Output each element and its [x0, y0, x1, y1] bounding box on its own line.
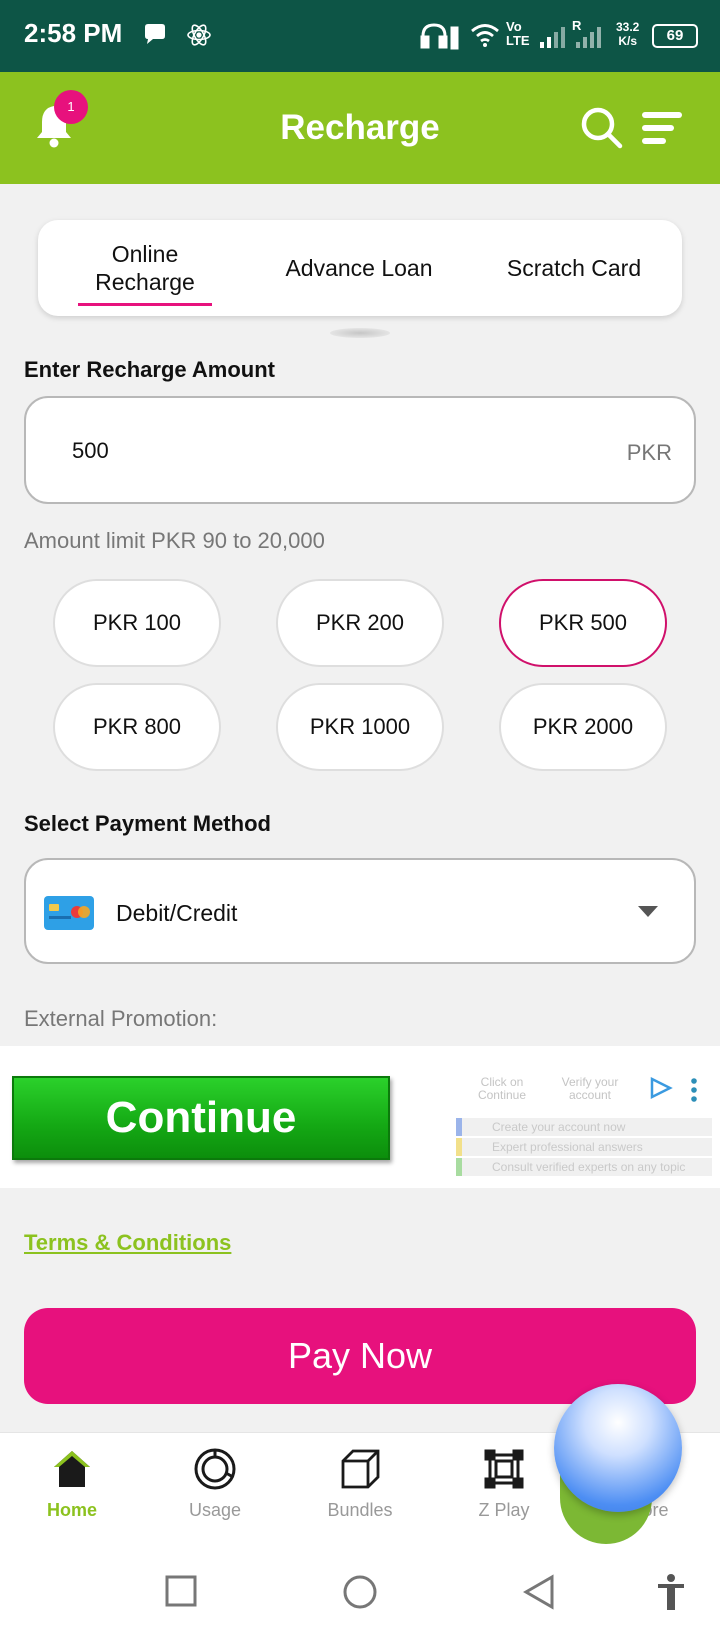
- tab-scratch-card[interactable]: Scratch Card: [466, 220, 682, 316]
- ad-step-2: Verify your account: [561, 1075, 619, 1102]
- amount-option-1000[interactable]: PKR 1000: [276, 683, 444, 771]
- nav-bundles-label: Bundles: [327, 1500, 393, 1520]
- ad-line-2: Expert professional answers: [456, 1138, 712, 1156]
- recent-apps-icon[interactable]: [164, 1574, 198, 1613]
- amount-option-100[interactable]: PKR 100: [53, 579, 221, 667]
- promotion-label: External Promotion:: [24, 1006, 218, 1031]
- nav-z-play-label: Z Play: [478, 1500, 530, 1520]
- ad-line-3-text: Consult verified experts on any topic: [492, 1160, 686, 1174]
- amount-currency: PKR: [626, 440, 672, 465]
- back-icon[interactable]: [522, 1574, 556, 1615]
- z-play-icon: [482, 1449, 526, 1495]
- ad-line-1-text: Create your account now: [492, 1120, 626, 1134]
- battery-indicator: 69: [652, 24, 698, 48]
- amount-input[interactable]: 500 PKR: [24, 396, 696, 504]
- home-circle-icon[interactable]: [342, 1574, 378, 1615]
- amount-option-2000[interactable]: PKR 2000: [499, 683, 667, 771]
- react-atom-icon: [186, 22, 212, 53]
- payment-method-label: Select Payment Method: [24, 811, 271, 836]
- nav-home[interactable]: Home: [12, 1447, 132, 1521]
- system-navigation-bar: [0, 1550, 720, 1640]
- amount-option-500[interactable]: PKR 500: [499, 579, 667, 667]
- recharge-tabs: Online Recharge Advance Loan Scratch Car…: [38, 220, 682, 316]
- network-speed-unit: K/s: [618, 34, 638, 48]
- tabs-shadow: [330, 328, 390, 338]
- terms-link[interactable]: Terms & Conditions: [24, 1230, 231, 1256]
- payment-method-value: Debit/Credit: [116, 900, 238, 926]
- app-header: 1 Recharge: [0, 72, 720, 184]
- credit-card-icon: [44, 896, 94, 935]
- signal-icon-1: [540, 22, 568, 53]
- headphones-icon: [420, 22, 460, 55]
- accessibility-icon[interactable]: [656, 1574, 686, 1617]
- amount-limit-hint: Amount limit PKR 90 to 20,000: [24, 528, 325, 553]
- signal-icon-2: [574, 22, 604, 53]
- wifi-icon: [470, 22, 500, 53]
- payment-method-select[interactable]: Debit/Credit: [24, 858, 696, 964]
- nav-bundles[interactable]: Bundles: [300, 1447, 420, 1521]
- network-speed: 33.2 K/s: [616, 20, 639, 48]
- tab-online-recharge[interactable]: Online Recharge: [38, 220, 252, 316]
- network-speed-value: 33.2: [616, 20, 640, 34]
- chevron-down-icon: [638, 906, 658, 917]
- usage-icon: [193, 1448, 237, 1495]
- bundles-icon: [338, 1449, 382, 1495]
- volte-label: Vo LTE: [506, 19, 530, 48]
- ad-more-options-icon[interactable]: [690, 1078, 698, 1107]
- ad-choices-icon[interactable]: [648, 1076, 674, 1105]
- tab-advance-loan[interactable]: Advance Loan: [252, 220, 466, 316]
- menu-icon[interactable]: [640, 110, 684, 151]
- nav-usage-label: Usage: [188, 1500, 242, 1520]
- ad-line-3: Consult verified experts on any topic: [456, 1158, 712, 1176]
- nav-home-label: Home: [46, 1500, 97, 1520]
- status-bar: 2:58 PM Vo LTE R 33.2 K/s 69: [0, 0, 720, 72]
- ad-step-1: Click on Continue: [477, 1075, 527, 1102]
- amount-option-200[interactable]: PKR 200: [276, 579, 444, 667]
- home-icon: [50, 1451, 94, 1495]
- chat-notification-icon: [142, 22, 168, 53]
- ad-line-1: Create your account now: [456, 1118, 712, 1136]
- amount-option-800[interactable]: PKR 800: [53, 683, 221, 771]
- status-time: 2:58 PM: [24, 18, 123, 48]
- search-icon[interactable]: [580, 106, 624, 155]
- ad-banner[interactable]: Continue Click on Continue Verify your a…: [0, 1046, 720, 1188]
- tab-online-recharge-label: Online Recharge: [95, 241, 195, 295]
- amount-value: 500: [72, 438, 109, 463]
- ad-continue-button[interactable]: Continue: [12, 1076, 390, 1160]
- floating-chat-button[interactable]: [554, 1384, 682, 1512]
- nav-usage[interactable]: Usage: [155, 1447, 275, 1521]
- nav-z-play[interactable]: Z Play: [444, 1447, 564, 1521]
- ad-line-2-text: Expert professional answers: [492, 1140, 643, 1154]
- amount-label: Enter Recharge Amount: [24, 357, 276, 382]
